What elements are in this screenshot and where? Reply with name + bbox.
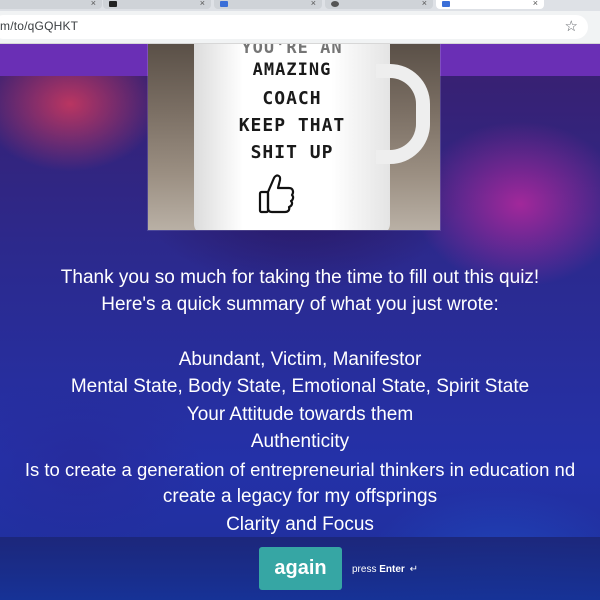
tab-favicon-icon xyxy=(220,1,228,7)
summary-answer: Abundant, Victim, Manifestor xyxy=(178,349,422,370)
browser-tab[interactable]: × xyxy=(214,0,322,9)
browser-tab[interactable]: × xyxy=(325,0,433,9)
summary-answer: Your Attitude towards them xyxy=(186,404,414,425)
summary-answer: Authenticity xyxy=(250,431,350,452)
mug-text-line: SHIT UP xyxy=(250,142,334,163)
summary-intro: Here's a quick summary of what you just … xyxy=(101,294,499,315)
browser-tab-active[interactable]: × xyxy=(436,0,544,9)
coach-mug-image: YOU'RE AN AMAZING COACH KEEP THAT SHIT U… xyxy=(148,44,440,230)
tab-favicon-icon xyxy=(331,1,339,7)
summary-answer: create a legacy for my offsprings xyxy=(162,486,438,507)
mug-text-line: AMAZING xyxy=(252,60,332,80)
mug-text-line: YOU'RE AN xyxy=(241,44,343,58)
tab-strip: × × × × × xyxy=(0,0,600,11)
tab-favicon-icon xyxy=(442,1,450,7)
mug-text-line: COACH xyxy=(262,88,322,109)
browser-tab[interactable]: × xyxy=(103,0,211,9)
tab-favicon-icon xyxy=(109,1,117,7)
press-enter-hint: press Enter ↵ xyxy=(352,564,418,575)
mug-text-line: KEEP THAT xyxy=(238,115,346,136)
summary-answer: Clarity and Focus xyxy=(226,514,374,535)
browser-chrome: × × × × × m/to/qGQHKT ☆ xyxy=(0,0,600,44)
enter-label: Enter xyxy=(379,564,405,575)
tab-close-icon[interactable]: × xyxy=(91,0,96,8)
address-bar[interactable]: m/to/qGQHKT ☆ xyxy=(0,15,588,39)
browser-tab[interactable]: × xyxy=(0,0,102,9)
footer-bar: again press Enter ↵ xyxy=(0,537,600,600)
summary-answer: Mental State, Body State, Emotional Stat… xyxy=(70,376,530,397)
tab-close-icon[interactable]: × xyxy=(311,0,316,8)
press-label: press xyxy=(352,564,377,575)
again-button[interactable]: again xyxy=(259,547,342,590)
enter-return-icon: ↵ xyxy=(409,564,418,575)
tab-close-icon[interactable]: × xyxy=(533,0,538,8)
thank-you-message: Thank you so much for taking the time to… xyxy=(60,267,540,288)
star-outline-icon[interactable]: ☆ xyxy=(565,17,578,35)
url-text[interactable]: m/to/qGQHKT xyxy=(0,19,78,33)
tab-close-icon[interactable]: × xyxy=(200,0,205,8)
thumbs-up-icon xyxy=(258,174,295,214)
tab-close-icon[interactable]: × xyxy=(422,0,427,8)
quiz-page: YOU'RE AN AMAZING COACH KEEP THAT SHIT U… xyxy=(0,44,600,600)
summary-answer: Is to create a generation of entrepreneu… xyxy=(24,459,576,480)
